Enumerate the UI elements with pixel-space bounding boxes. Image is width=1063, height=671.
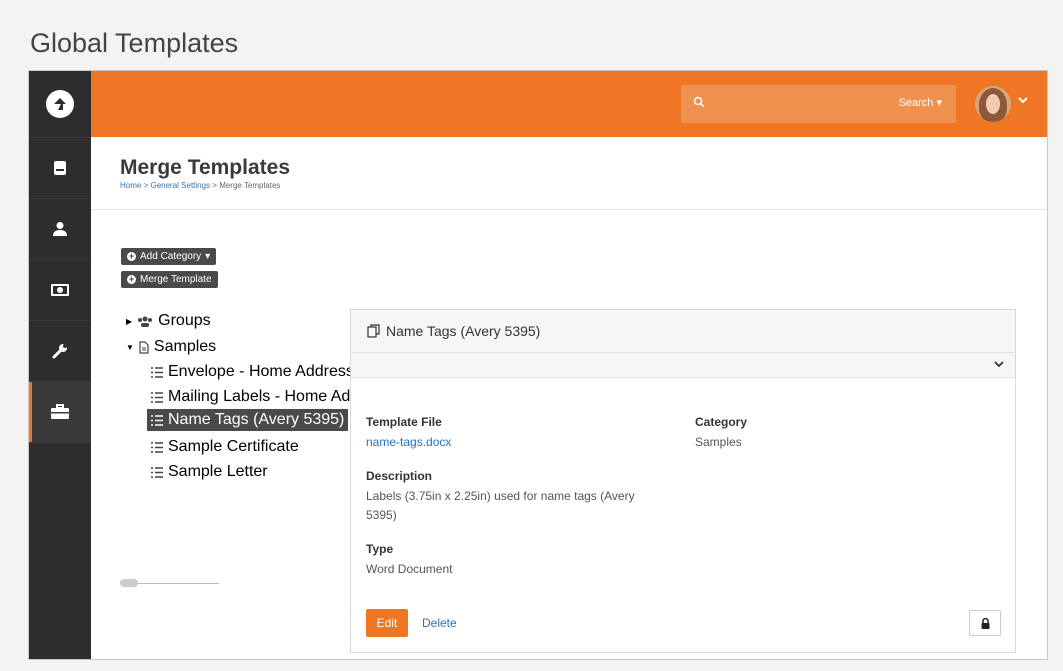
- tree-item-groups[interactable]: ▶ Groups: [126, 312, 211, 330]
- briefcase-icon: [51, 404, 69, 419]
- sidebar-item-admin[interactable]: [29, 381, 91, 442]
- plus-circle-icon: +: [127, 274, 136, 284]
- security-button[interactable]: [969, 610, 1001, 636]
- breadcrumb-home[interactable]: Home: [120, 181, 141, 190]
- sidebar-item-tools[interactable]: [29, 320, 91, 381]
- tree-item-name-tags[interactable]: Name Tags (Avery 5395): [147, 409, 349, 431]
- app-window: Search ▾ Merge Templates Home > General …: [28, 70, 1048, 660]
- file-icon: [139, 340, 149, 354]
- topbar: Search ▾: [91, 71, 1047, 137]
- search-type-label: Search: [898, 97, 934, 109]
- sidebar-item-content[interactable]: [29, 137, 91, 198]
- template-file-label: Template File: [366, 415, 442, 429]
- tree-item-samples[interactable]: ▼ Samples: [126, 338, 216, 356]
- template-file-link[interactable]: name-tags.docx: [366, 435, 451, 449]
- add-category-label: Add Category: [140, 251, 202, 262]
- sidebar-item-people[interactable]: [29, 198, 91, 259]
- type-label: Type: [366, 542, 394, 556]
- tree-item-mailing-labels[interactable]: Mailing Labels - Home Adc: [151, 388, 358, 406]
- search-input[interactable]: Search ▾: [681, 85, 956, 123]
- main-content: + Add Category ▾ + Merge Template ▶ Grou…: [91, 210, 1047, 659]
- type-value: Word Document: [366, 562, 453, 576]
- list-icon: [151, 366, 163, 378]
- copy-icon: [367, 324, 380, 338]
- wrench-icon: [52, 344, 67, 359]
- tree-item-label: Sample Letter: [168, 463, 268, 480]
- template-detail-panel: Name Tags (Avery 5395) Template File nam…: [350, 309, 1016, 653]
- delete-link[interactable]: Delete: [422, 616, 457, 630]
- sidebar: [29, 71, 91, 659]
- caret-down-icon[interactable]: ▼: [126, 343, 134, 352]
- tree-item-label: Groups: [158, 312, 211, 329]
- rock-logo-icon: [46, 90, 74, 118]
- panel-toolbar: [351, 353, 1015, 378]
- list-icon: [151, 391, 163, 403]
- panel-header: Name Tags (Avery 5395): [351, 310, 1015, 353]
- category-value: Samples: [695, 435, 742, 449]
- tree-item-label: Mailing Labels - Home Adc: [168, 388, 359, 405]
- caret-right-icon[interactable]: ▶: [126, 317, 132, 326]
- tree-item-label: Sample Certificate: [168, 438, 299, 455]
- tree-item-label: Samples: [153, 338, 217, 355]
- user-icon: [53, 222, 67, 236]
- description-line-1: Labels (3.75in x 2.25in) used for name t…: [366, 489, 635, 503]
- breadcrumb-current: Merge Templates: [219, 181, 281, 190]
- description-line-2: 5395): [366, 508, 397, 522]
- tree-item-sample-letter[interactable]: Sample Letter: [151, 463, 268, 481]
- category-label: Category: [695, 415, 748, 429]
- list-icon: [151, 441, 163, 453]
- plus-circle-icon: +: [127, 251, 136, 261]
- tree-item-envelope[interactable]: Envelope - Home Address: [151, 363, 354, 381]
- page-title: Global Templates: [30, 28, 239, 58]
- tree-item-label: Envelope - Home Address: [168, 363, 354, 380]
- page-header: Merge Templates Home > General Settings …: [91, 137, 1047, 210]
- merge-template-label: Merge Template: [140, 274, 212, 285]
- list-icon: [151, 466, 163, 478]
- breadcrumb-general-settings[interactable]: General Settings: [150, 181, 210, 190]
- tree-item-label: Name Tags (Avery 5395): [168, 411, 345, 428]
- money-icon: [51, 284, 69, 296]
- description-label: Description: [366, 469, 433, 483]
- scrollbar-thumb[interactable]: [120, 579, 138, 587]
- chevron-down-icon[interactable]: [1017, 95, 1029, 105]
- search-icon: [693, 96, 705, 108]
- lock-icon: [981, 617, 989, 629]
- avatar[interactable]: [975, 86, 1011, 122]
- logo[interactable]: [29, 71, 91, 137]
- page-heading: Merge Templates: [120, 156, 290, 179]
- book-icon: [54, 161, 66, 175]
- add-category-button[interactable]: + Add Category ▾: [121, 248, 217, 265]
- users-icon: [138, 316, 153, 327]
- add-merge-template-button[interactable]: + Merge Template: [121, 271, 218, 288]
- edit-button[interactable]: Edit: [366, 609, 408, 637]
- search-type-button[interactable]: Search ▾: [899, 96, 942, 109]
- sidebar-item-finance[interactable]: [29, 259, 91, 320]
- chevron-down-icon[interactable]: [993, 360, 1005, 369]
- panel-title: Name Tags (Avery 5395): [386, 323, 541, 339]
- sidebar-divider: [29, 442, 91, 443]
- breadcrumb: Home > General Settings > Merge Template…: [120, 181, 281, 190]
- list-icon: [151, 414, 163, 426]
- tree-item-sample-certificate[interactable]: Sample Certificate: [151, 438, 299, 456]
